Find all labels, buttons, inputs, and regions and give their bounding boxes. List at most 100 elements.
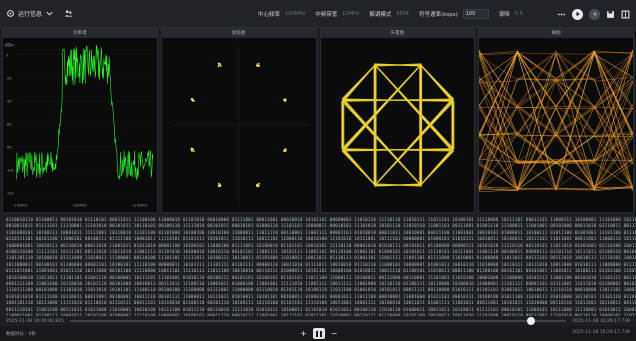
bit-line: 1101101110 10100010 01111000 11010011 11…	[6, 255, 636, 261]
vector-trace	[342, 148, 376, 187]
eye-trace	[479, 50, 633, 133]
bit-line: 1110111100 00101000 11101010 11011010 10…	[6, 287, 636, 293]
eye-trace	[479, 51, 633, 191]
pause-button[interactable]	[312, 328, 325, 339]
footer: 数据时长：4秒 + − 2025-11-28 10:26:17.739	[0, 326, 636, 341]
spectrum-y-tick: -20	[6, 76, 12, 80]
zoom-in-button[interactable]: +	[300, 328, 307, 339]
pause-icon	[315, 330, 318, 337]
play-button[interactable]	[572, 8, 583, 20]
constellation-point	[190, 147, 192, 150]
constellation-point	[284, 99, 286, 102]
spectrum-y-tick: -120	[6, 192, 15, 196]
spectrum-x-tick: +250kHz	[132, 204, 148, 208]
mid-freq-value[interactable]: 10MHz	[342, 11, 359, 17]
eye-trace	[479, 76, 633, 164]
center-freq-label: 中心频率	[258, 11, 281, 18]
eye-chart	[479, 49, 633, 192]
constellation-point	[219, 65, 222, 67]
chevron-down-icon	[46, 11, 53, 16]
toolbar: 运行信息 中心频率 100MHz 中频带宽 10MHz 解调模式 8PSK 符号…	[0, 0, 636, 28]
eye-trace	[479, 162, 633, 191]
constellation-point	[192, 98, 194, 100]
vector-title: 矢量图	[320, 29, 475, 38]
eye-plot[interactable]	[479, 38, 633, 212]
run-info-label: 运行信息	[18, 11, 43, 18]
eye-trace	[479, 132, 633, 163]
vector-trace	[342, 98, 422, 187]
gear-icon	[7, 10, 14, 17]
vector-trace	[342, 63, 422, 152]
users-icon[interactable]	[64, 9, 73, 18]
record-button[interactable]	[589, 8, 600, 20]
spectrum-x-tick: 100MHz	[73, 204, 87, 208]
vector-plot[interactable]	[320, 38, 475, 212]
run-info-button[interactable]: 运行信息	[6, 9, 54, 18]
filter-value[interactable]: 0.5	[515, 11, 523, 17]
toolbar-left: 运行信息	[6, 9, 206, 18]
play-icon	[576, 11, 580, 17]
constellation-point	[257, 183, 259, 185]
zoom-out-button[interactable]: −	[331, 328, 338, 339]
symbol-rate-label: 符号速率(ksps)	[419, 11, 458, 18]
constellation-point	[255, 183, 258, 186]
bit-line: 0111011001 11001001 01011110 10111000 00…	[6, 268, 636, 274]
save-icon[interactable]	[606, 10, 615, 19]
spectrum-y-tick: -60	[6, 122, 12, 126]
expand-icon[interactable]	[621, 10, 630, 19]
constellation-point	[217, 182, 220, 185]
constellation-point	[192, 150, 195, 153]
eye-trace	[479, 50, 633, 191]
constellation-plot[interactable]	[161, 38, 316, 212]
mid-freq-field: 中频带宽 10MHz	[315, 10, 359, 18]
more-icon[interactable]	[557, 10, 566, 19]
eye-panel: 眼图	[478, 28, 634, 213]
eye-title: 眼图	[479, 29, 633, 38]
filter-field: 滚降 0.5	[499, 10, 523, 18]
spectrum-y-tick: -100	[6, 169, 15, 173]
timeline-handle[interactable]	[527, 317, 536, 325]
vector-trace	[375, 65, 454, 150]
bit-line: 0110111101 00101100 11000101 00100111 01…	[6, 236, 636, 242]
constellation-point	[192, 149, 194, 151]
spectrum-plot[interactable]: dBm 0 -20 -40 -60 -80 -100 -120 -250kHz 100MHz +…	[3, 38, 157, 212]
spectrum-y-unit: dBm	[5, 42, 14, 47]
vector-trace	[375, 100, 454, 185]
playback-controls: + −	[300, 328, 337, 339]
filter-label: 滚降	[498, 11, 510, 18]
bit-line: 0010011011 01111101 11110001 11101010 00…	[6, 223, 636, 229]
spectrum-panel: 功率谱 dBm 0 -20 -40 -60 -80 -100 -120 -250kHz 100…	[2, 28, 158, 213]
constellation-point	[219, 183, 221, 185]
spectrum-title: 功率谱	[3, 29, 157, 38]
spectrum-y-tick: -40	[6, 99, 12, 103]
constellation-panel: 星座图	[160, 28, 317, 213]
constellation-point	[284, 150, 286, 152]
display-panels: 功率谱 dBm 0 -20 -40 -60 -80 -100 -120 -250kHz 100…	[0, 28, 636, 213]
constellation-point	[283, 150, 285, 152]
timeline-start: 2025-11-28 10:26:02.815	[6, 318, 64, 324]
spectrum-chart: dBm 0 -20 -40 -60 -80 -100 -120 -250kHz 100MHz +…	[5, 42, 154, 208]
constellation-point	[255, 185, 258, 187]
constellation-chart	[171, 44, 310, 206]
center-freq-value[interactable]: 100MHz	[285, 11, 305, 17]
eye-trace	[479, 104, 633, 191]
eye-trace	[479, 53, 633, 81]
timeline-track[interactable]	[69, 317, 567, 325]
demod-value[interactable]: 8PSK	[396, 11, 409, 17]
timeline-end: 2025-11-28 10:26:17.739	[572, 318, 630, 324]
eye-trace	[479, 132, 633, 164]
symbol-rate-field: 符号速率(ksps)	[419, 8, 489, 19]
spectrum-y-tick: 0	[6, 53, 9, 57]
eye-trace	[479, 52, 633, 189]
bit-stream-view[interactable]: 0110010110 01100011 00101010 01110101 00…	[0, 213, 636, 316]
vector-trace	[420, 150, 454, 185]
symbol-rate-input[interactable]	[462, 8, 489, 19]
bit-line: 1001101110 10111000 11111010 01110010 01…	[6, 300, 636, 306]
constellation-point	[219, 185, 222, 187]
toolbar-right	[557, 0, 630, 28]
vector-panel: 矢量图	[319, 28, 476, 213]
constellation-point	[258, 62, 260, 65]
spectrum-x-tick: -250kHz	[13, 204, 27, 208]
mid-freq-label: 中频带宽	[315, 11, 338, 18]
vector-chart	[340, 63, 454, 187]
